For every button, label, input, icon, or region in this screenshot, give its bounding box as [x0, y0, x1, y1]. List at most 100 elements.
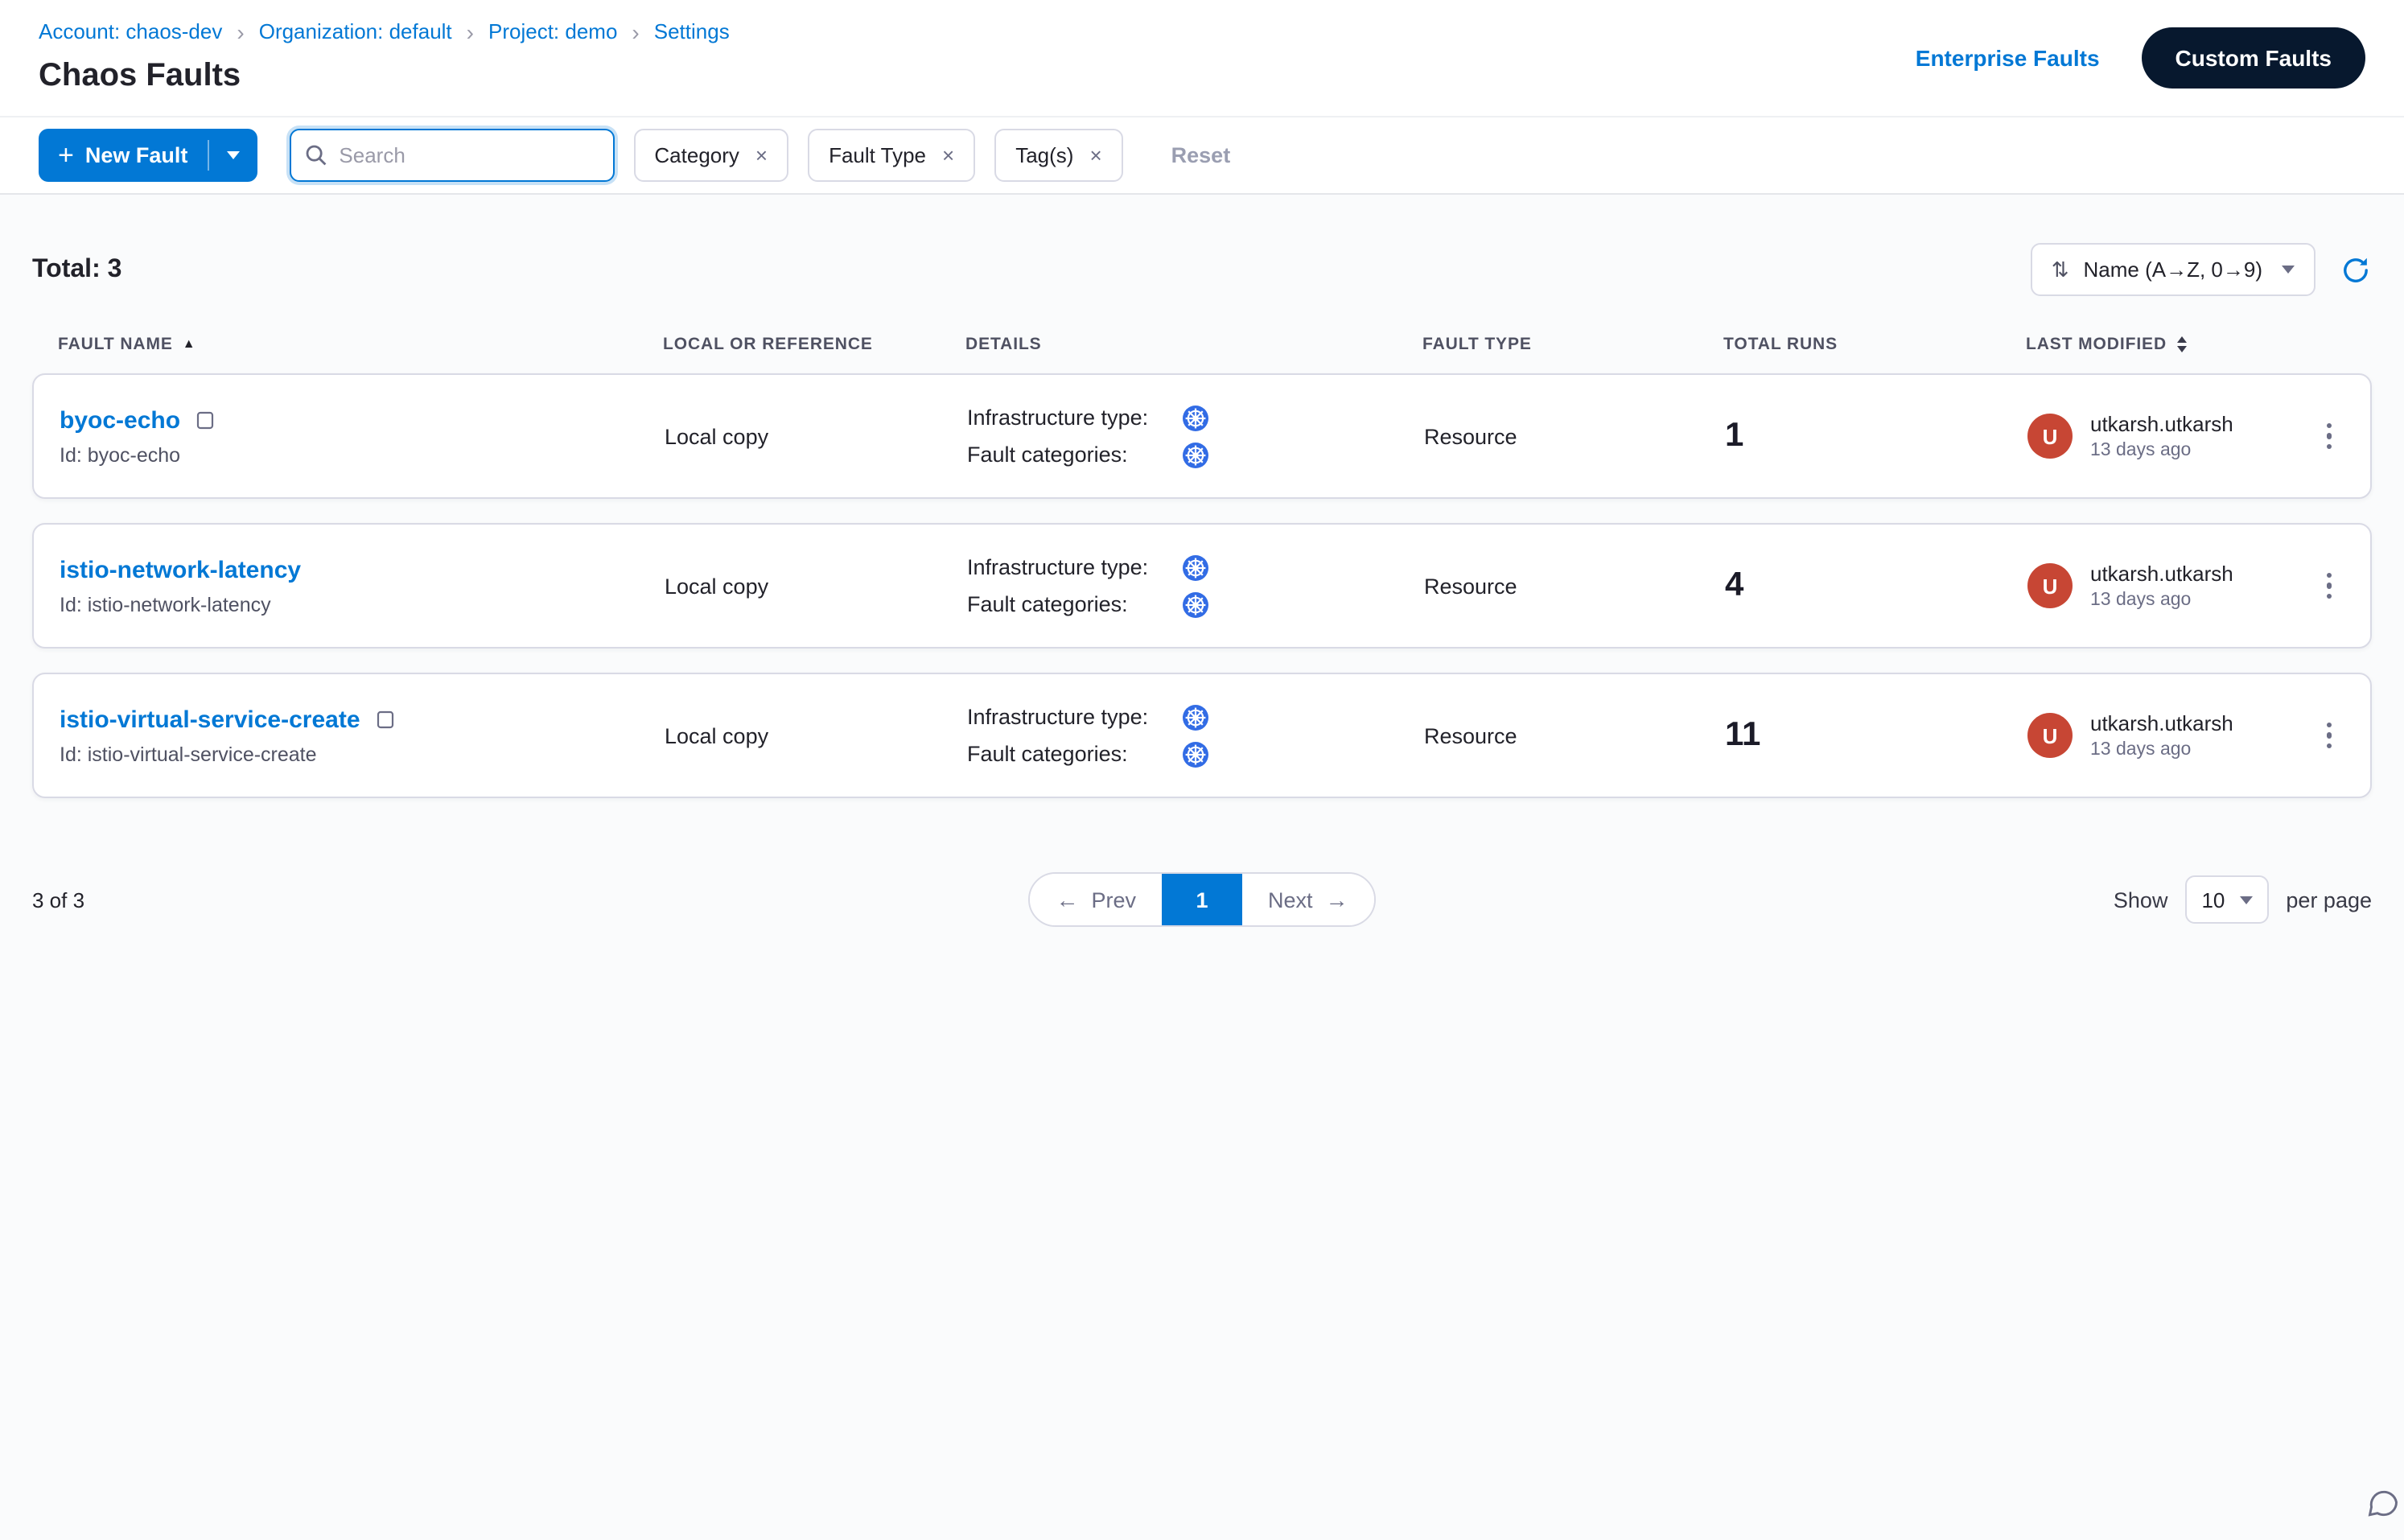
modified-time: 13 days ago: [2090, 740, 2233, 760]
fault-doc-icon[interactable]: [377, 710, 394, 729]
local-or-reference-value: Local copy: [665, 424, 967, 448]
sort-dropdown[interactable]: ⇅ Name (A→Z, 0→9): [2031, 243, 2315, 296]
local-or-reference-value: Local copy: [665, 574, 967, 598]
fault-name-cell: istio-virtual-service-create Id: istio-v…: [60, 706, 665, 765]
custom-faults-button[interactable]: Custom Faults: [2142, 27, 2365, 88]
search-box: [289, 129, 614, 182]
fault-row[interactable]: istio-virtual-service-create Id: istio-v…: [32, 673, 2372, 798]
close-icon[interactable]: ×: [755, 143, 768, 167]
new-fault-chevron-down-icon[interactable]: [208, 129, 257, 182]
breadcrumb-separator-icon: ›: [632, 20, 639, 43]
total-runs-value: 11: [1725, 716, 2027, 755]
sort-ascending-icon: ▲: [183, 338, 196, 351]
arrow-left-icon: ←: [1056, 888, 1078, 911]
fault-row[interactable]: byoc-echo Id: byoc-echo Local copy Infra…: [32, 373, 2372, 499]
modified-time: 13 days ago: [2090, 591, 2233, 610]
filter-tags-chip[interactable]: Tag(s) ×: [994, 129, 1122, 182]
prev-page-button[interactable]: ← Prev: [1030, 874, 1162, 925]
fault-name-cell: istio-network-latency Id: istio-network-…: [60, 556, 665, 616]
infrastructure-type-label: Infrastructure type:: [967, 406, 1163, 430]
total-runs-value: 4: [1725, 566, 2027, 605]
next-label: Next: [1268, 887, 1313, 912]
fault-name-link[interactable]: istio-network-latency: [60, 556, 301, 583]
fault-categories-label: Fault categories:: [967, 443, 1163, 467]
infrastructure-type-label: Infrastructure type:: [967, 705, 1163, 729]
modified-by: utkarsh.utkarsh: [2090, 562, 2233, 586]
prev-label: Prev: [1091, 887, 1136, 912]
enterprise-faults-link[interactable]: Enterprise Faults: [1916, 44, 2100, 70]
column-fault-type: FAULT TYPE: [1422, 335, 1723, 354]
search-input[interactable]: [289, 129, 614, 182]
fault-row[interactable]: istio-network-latency Id: istio-network-…: [32, 523, 2372, 649]
help-chat-icon[interactable]: [2365, 1485, 2401, 1521]
pagination: 3 of 3 ← Prev 1 Next → Show 10: [32, 872, 2372, 927]
fault-id: Id: istio-network-latency: [60, 593, 665, 616]
breadcrumb-settings-link[interactable]: Settings: [654, 19, 730, 43]
breadcrumb-account-link[interactable]: Account: chaos-dev: [39, 19, 222, 43]
fault-categories-label: Fault categories:: [967, 592, 1163, 616]
breadcrumb-separator-icon: ›: [467, 20, 474, 43]
fault-doc-icon[interactable]: [196, 410, 214, 430]
breadcrumb-project-link[interactable]: Project: demo: [488, 19, 617, 43]
page-header: Account: chaos-dev › Organization: defau…: [0, 0, 2404, 117]
row-menu-button[interactable]: [2313, 563, 2344, 609]
new-fault-main[interactable]: + New Fault: [58, 142, 187, 169]
page-size-value: 10: [2201, 887, 2225, 912]
breadcrumb: Account: chaos-dev › Organization: defau…: [39, 19, 730, 43]
fault-name-link[interactable]: istio-virtual-service-create: [60, 706, 360, 733]
last-modified-cell: U utkarsh.utkarsh 13 days ago: [2027, 711, 2287, 760]
column-last-modified[interactable]: LAST MODIFIED: [2026, 335, 2288, 354]
sort-updown-icon: ⇅: [2052, 257, 2069, 282]
close-icon[interactable]: ×: [1089, 143, 1101, 167]
modified-by: utkarsh.utkarsh: [2090, 711, 2233, 735]
arrow-right-icon: →: [1326, 888, 1348, 911]
fault-name-link[interactable]: byoc-echo: [60, 406, 180, 434]
row-menu-button[interactable]: [2313, 713, 2344, 759]
kubernetes-icon: [1183, 442, 1208, 467]
fault-id: Id: byoc-echo: [60, 443, 665, 466]
kubernetes-icon: [1183, 591, 1208, 617]
filter-fault-type-chip[interactable]: Fault Type ×: [808, 129, 975, 182]
header-right: Enterprise Faults Custom Faults: [1916, 27, 2365, 88]
refresh-icon[interactable]: [2340, 253, 2372, 286]
row-menu-button[interactable]: [2313, 414, 2344, 459]
toolbar: + New Fault Category × Fault Type × Tag(…: [0, 117, 2404, 195]
filter-category-label: Category: [654, 143, 739, 167]
fault-name-cell: byoc-echo Id: byoc-echo: [60, 406, 665, 466]
filter-tags-label: Tag(s): [1015, 143, 1073, 167]
avatar: U: [2027, 414, 2073, 459]
chevron-down-icon: [2239, 896, 2252, 904]
total-runs-value: 1: [1725, 417, 2027, 455]
column-local-or-reference: LOCAL OR REFERENCE: [663, 335, 965, 354]
header-left: Account: chaos-dev › Organization: defau…: [39, 19, 730, 95]
modified-by: utkarsh.utkarsh: [2090, 412, 2233, 436]
kubernetes-icon: [1183, 741, 1208, 767]
reset-button[interactable]: Reset: [1171, 143, 1231, 167]
column-fault-name[interactable]: FAULT NAME ▲: [58, 335, 663, 354]
page-number-button[interactable]: 1: [1162, 874, 1242, 925]
new-fault-button[interactable]: + New Fault: [39, 129, 257, 182]
page-title: Chaos Faults: [39, 56, 730, 95]
page-size-controls: Show 10 per page: [1953, 875, 2372, 924]
fault-type-value: Resource: [1424, 424, 1725, 448]
close-icon[interactable]: ×: [942, 143, 954, 167]
list-header-row: Total: 3 ⇅ Name (A→Z, 0→9): [32, 195, 2372, 296]
details-cell: Infrastructure type: Fault categories:: [967, 554, 1424, 617]
column-last-modified-label: LAST MODIFIED: [2026, 335, 2167, 354]
table-header: FAULT NAME ▲ LOCAL OR REFERENCE DETAILS …: [32, 335, 2372, 354]
details-cell: Infrastructure type: Fault categories:: [967, 405, 1424, 467]
kubernetes-icon: [1183, 704, 1208, 730]
new-fault-label: New Fault: [85, 143, 188, 167]
column-total-runs: TOTAL RUNS: [1723, 335, 2026, 354]
fault-type-value: Resource: [1424, 574, 1725, 598]
page-size-select[interactable]: 10: [2185, 875, 2268, 924]
sort-both-icon: [2176, 336, 2186, 352]
chevron-down-icon: [2282, 266, 2295, 274]
filter-category-chip[interactable]: Category ×: [633, 129, 788, 182]
next-page-button[interactable]: Next →: [1242, 874, 1374, 925]
plus-icon: +: [58, 142, 74, 169]
avatar: U: [2027, 713, 2073, 758]
details-cell: Infrastructure type: Fault categories:: [967, 704, 1424, 767]
list-header-controls: ⇅ Name (A→Z, 0→9): [2031, 243, 2372, 296]
breadcrumb-organization-link[interactable]: Organization: default: [259, 19, 452, 43]
